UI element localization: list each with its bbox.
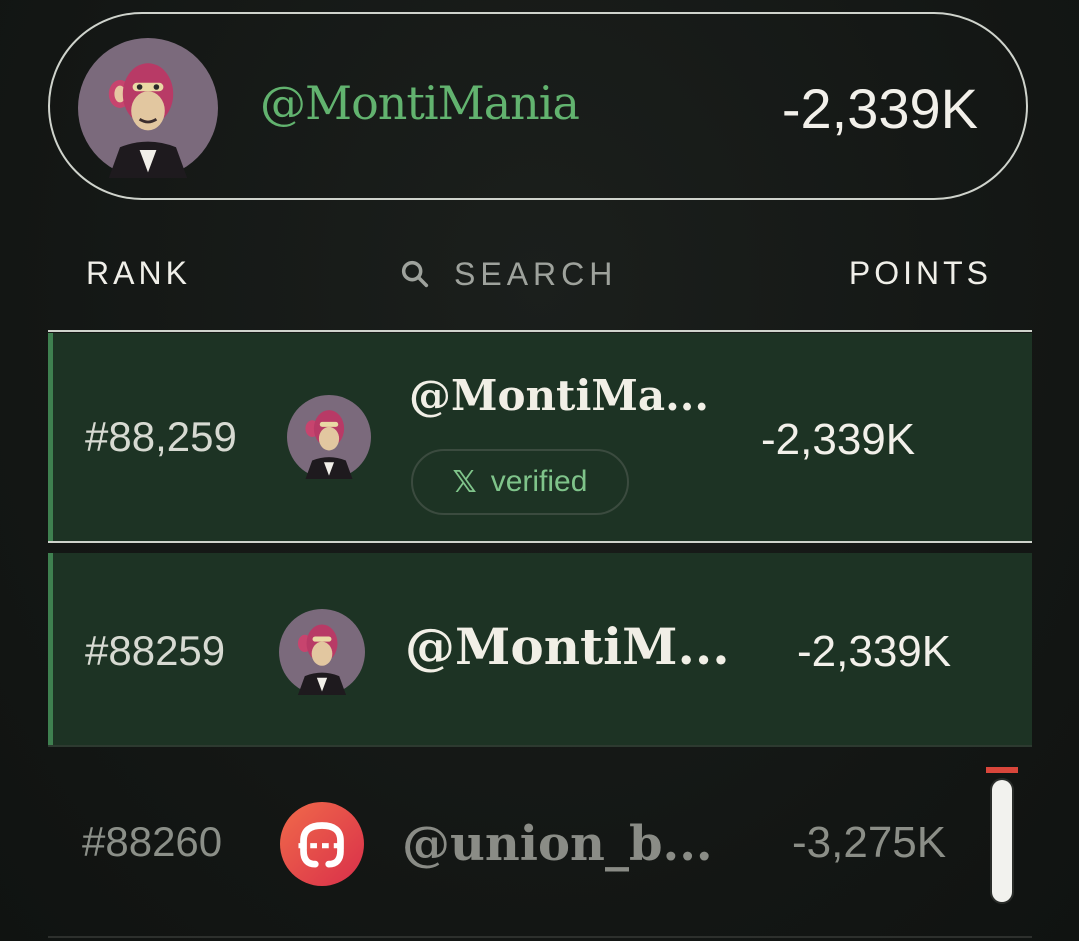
x-logo-icon: 𝕏 xyxy=(452,464,477,500)
ape-avatar-icon xyxy=(78,38,218,178)
verified-badge: 𝕏 verified xyxy=(411,449,629,515)
row-rank: #88259 xyxy=(85,627,226,674)
row-divider xyxy=(48,745,1032,747)
union-logo-icon xyxy=(280,802,364,886)
search-placeholder: SEARCH xyxy=(454,255,618,292)
row-handle[interactable]: @MontiM... xyxy=(405,617,730,676)
points-column-header: POINTS xyxy=(848,255,992,291)
current-user-points: -2,339K xyxy=(781,77,978,140)
row-points: -2,339K xyxy=(797,627,952,676)
row-handle[interactable]: @MontiMa... xyxy=(409,371,709,420)
row-divider xyxy=(48,541,1032,543)
verified-label: verified xyxy=(490,465,588,498)
search-icon xyxy=(401,260,429,288)
search-input[interactable]: SEARCH xyxy=(398,252,617,296)
scroll-position-marker xyxy=(986,767,1018,773)
ape-avatar-icon xyxy=(279,609,365,695)
row-points: -2,339K xyxy=(761,415,916,464)
row-rank: #88260 xyxy=(82,818,223,865)
leaderboard-page: @MontiMania -2,339K RANK SEARCH POINTS #… xyxy=(0,0,1079,941)
scrollbar-thumb[interactable] xyxy=(992,780,1012,902)
header-divider xyxy=(48,330,1032,332)
row-points: -3,275K xyxy=(792,818,947,867)
leaderboard-row[interactable]: #88,259 @MontiMa... 𝕏 verified -2,339K xyxy=(48,333,1032,541)
current-user-handle[interactable]: @MontiMania xyxy=(260,76,580,130)
current-user-card[interactable]: @MontiMania -2,339K xyxy=(48,12,1028,200)
row-divider xyxy=(48,936,1032,938)
leaderboard-row[interactable]: #88259 @MontiM... -2,339K xyxy=(48,553,1032,745)
rank-column-header: RANK xyxy=(86,255,191,291)
leaderboard-row[interactable]: #88260 @union_b... -3,275K xyxy=(48,760,1032,932)
row-handle[interactable]: @union_b... xyxy=(402,816,713,872)
row-rank: #88,259 xyxy=(85,413,237,460)
ape-avatar-icon xyxy=(287,395,371,479)
